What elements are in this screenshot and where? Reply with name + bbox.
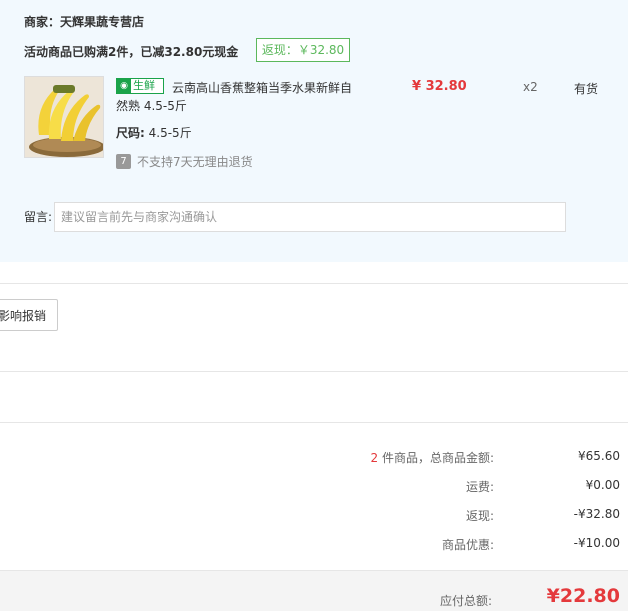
discount-label: 商品优惠: [441, 538, 494, 552]
fresh-tag: ◉ 生鲜 [116, 78, 164, 94]
cashback-value: -¥32.80 [573, 507, 620, 521]
stock-status: 有货 [574, 82, 599, 96]
fresh-food-icon: ◉ [117, 79, 131, 93]
cashback-row: 返现: -¥32.80 [0, 507, 628, 527]
payable-total-bar: 应付总额: ¥22.80 [0, 570, 628, 611]
shipping-label: 运费: [465, 480, 494, 494]
product-quantity: x2 [523, 80, 538, 94]
fresh-tag-label: 生鲜 [133, 79, 155, 92]
promo-text: 活动商品已购满2件，已减32.80元现金 [24, 45, 239, 59]
product-price: ¥ 32.80 [412, 79, 467, 94]
message-label: 留言: [24, 210, 53, 224]
product-image[interactable] [24, 76, 104, 158]
item-count: 2 [370, 451, 379, 465]
no-return-icon: 7 [116, 154, 131, 169]
reimburse-button[interactable]: 影响报销 [0, 299, 58, 331]
payable-value: ¥22.80 [546, 585, 620, 607]
cashback-badge: 返现：￥32.80 [256, 38, 350, 62]
items-total-row: 2 件商品，总商品金额: ¥65.60 [0, 449, 628, 469]
items-total-value: ¥65.60 [578, 449, 620, 463]
divider [0, 283, 628, 284]
message-input[interactable] [54, 202, 566, 232]
store-order-panel: 商家：天辉果蔬专营店 活动商品已购满2件，已减32.80元现金 返现：￥32.8… [0, 0, 628, 262]
divider [0, 371, 628, 372]
cashback-label: 返现: [465, 509, 494, 523]
discount-value: -¥10.00 [573, 536, 620, 550]
product-spec: 尺码: 4.5-5斤 [116, 124, 192, 141]
shipping-row: 运费: ¥0.00 [0, 478, 628, 498]
no-return-text: 不支持7天无理由退货 [137, 155, 253, 169]
no-return-notice: 7 不支持7天无理由退货 [116, 153, 253, 170]
payable-label: 应付总额: [439, 594, 492, 608]
spec-value: 4.5-5斤 [148, 126, 192, 140]
shipping-value: ¥0.00 [585, 478, 620, 492]
divider [0, 422, 628, 423]
discount-row: 商品优惠: -¥10.00 [0, 536, 628, 556]
spec-label: 尺码: [116, 126, 145, 140]
items-total-label: 2 件商品，总商品金额: [370, 451, 495, 465]
banana-image [25, 77, 103, 157]
merchant-name[interactable]: 商家：天辉果蔬专营店 [24, 13, 144, 30]
